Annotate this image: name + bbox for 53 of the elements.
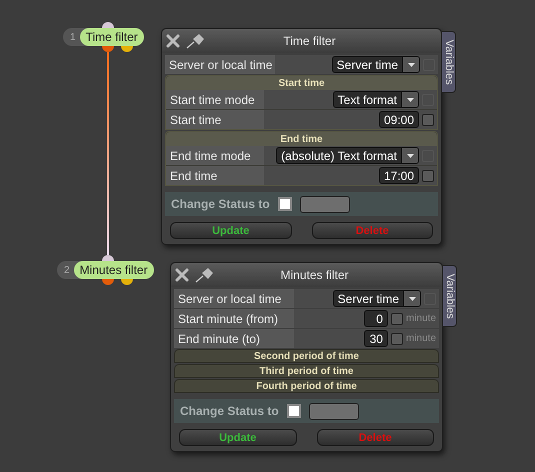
dropdown[interactable]: Text format	[332, 91, 419, 108]
dropdown[interactable]: (absolute) Text format	[276, 147, 419, 164]
checkbox[interactable]	[390, 312, 403, 324]
node-number: 1	[70, 30, 77, 44]
window-title: Time filter	[282, 33, 337, 50]
field-label: Start time mode	[166, 90, 264, 109]
input-field[interactable]: 17:00	[378, 167, 419, 184]
checkbox[interactable]	[286, 404, 301, 418]
checkbox[interactable]	[278, 197, 292, 211]
side-tab[interactable]: Variables	[441, 31, 456, 93]
window-title: Minutes filter	[279, 267, 350, 284]
update-button[interactable]: Update	[179, 429, 296, 446]
color-swatch[interactable]	[300, 196, 350, 212]
input-field[interactable]: 30	[364, 330, 388, 347]
pin-icon[interactable]	[195, 267, 215, 283]
close-icon[interactable]	[166, 34, 180, 48]
checkbox[interactable]	[390, 332, 403, 344]
caret-icon	[406, 154, 414, 158]
field-label: End minute (to)	[174, 329, 294, 348]
checkbox[interactable]	[422, 114, 434, 126]
update-button[interactable]: Update	[170, 222, 292, 239]
status-label: Change Status to	[180, 403, 279, 420]
field-label: Start time	[166, 110, 264, 129]
input-field[interactable]: 09:00	[378, 111, 419, 128]
field-label: Start minute (from)	[174, 309, 294, 328]
node[interactable]: 1 Time filter	[63, 28, 144, 46]
section-header[interactable]: End time	[166, 132, 437, 146]
unit-label: minute	[406, 332, 436, 346]
input-field[interactable]: 0	[364, 310, 388, 327]
caret-icon	[408, 296, 416, 300]
caret-icon	[408, 62, 414, 66]
pin-icon[interactable]	[186, 33, 206, 49]
field-label: End time mode	[166, 146, 264, 165]
field-label: Server or local time	[174, 289, 294, 308]
field-label: Server or local time	[165, 55, 276, 74]
dropdown[interactable]: Server time	[332, 290, 421, 307]
side-tab[interactable]: Variables	[442, 265, 457, 327]
node-label: Minutes filter	[74, 261, 154, 279]
unit-label: minute	[406, 312, 436, 326]
node[interactable]: 2 Minutes filter	[57, 261, 154, 279]
caret-icon	[406, 98, 414, 102]
field-label: End time	[166, 166, 264, 185]
close-icon[interactable]	[175, 268, 189, 282]
section-header[interactable]: Third period of time	[174, 364, 439, 378]
node-label: Time filter	[80, 28, 144, 46]
color-swatch[interactable]	[308, 402, 359, 420]
dropdown[interactable]: Server time	[332, 56, 420, 73]
section-header[interactable]: Start time	[166, 76, 437, 90]
node-number: 2	[64, 264, 71, 278]
section-header[interactable]: Second period of time	[174, 349, 439, 363]
checkbox[interactable]	[422, 170, 434, 182]
section-header[interactable]: Fourth period of time	[174, 379, 439, 393]
status-label: Change Status to	[171, 196, 270, 213]
